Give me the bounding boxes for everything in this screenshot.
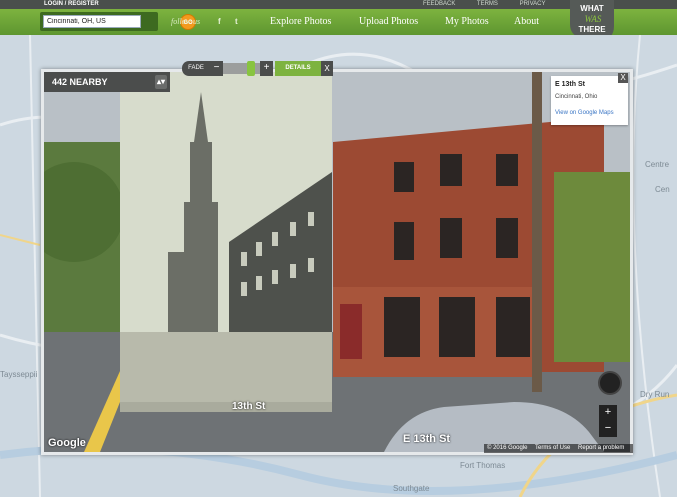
view-on-google-maps-link[interactable]: View on Google Maps	[555, 110, 614, 116]
feedback-link[interactable]: FEEDBACK	[423, 1, 455, 7]
map-label: Dry Run	[640, 390, 670, 399]
zoom-in-button[interactable]: +	[599, 405, 617, 421]
map-label: Centre	[645, 160, 670, 169]
location-search: GO	[40, 12, 196, 31]
nav-about[interactable]: About	[514, 16, 539, 27]
street-label: E 13th St	[403, 433, 451, 445]
street-view-panel[interactable]	[41, 69, 633, 455]
attribution-bar: © 2016 Google Terms of Use Report a prob…	[484, 444, 634, 453]
nav-my-photos[interactable]: My Photos	[445, 16, 489, 27]
location-search-input[interactable]	[43, 15, 141, 28]
facebook-icon[interactable]: f	[218, 17, 221, 26]
logo-text-what: WHAT	[580, 4, 604, 13]
street-view-scene[interactable]	[44, 72, 630, 452]
zoom-out-button[interactable]: −	[599, 421, 617, 437]
logo-text-was: WAS	[585, 14, 602, 24]
fade-slider-handle[interactable]	[247, 61, 255, 76]
follow-us-label: follow us	[171, 17, 201, 26]
utility-links: FEEDBACK TERMS PRIVACY	[423, 0, 565, 9]
map-label: Taysseppii	[0, 370, 38, 379]
nearby-count: 442	[52, 77, 68, 87]
nearby-dropdown[interactable]: 442 NEARBY ▴▾	[44, 72, 170, 92]
login-register-link[interactable]: LOGIN / REGISTER	[44, 0, 99, 9]
chevron-updown-icon: ▴▾	[155, 75, 167, 89]
google-logo: Google	[48, 437, 86, 449]
report-problem-link[interactable]: Report a problem	[578, 445, 624, 451]
privacy-link[interactable]: PRIVACY	[520, 1, 546, 7]
fade-label: FADE	[182, 61, 210, 76]
terms-of-use-link[interactable]: Terms of Use	[535, 445, 570, 451]
map-label: Cen	[655, 185, 670, 194]
address-street: E 13th St	[555, 81, 585, 88]
nav-explore-photos[interactable]: Explore Photos	[270, 16, 331, 27]
terms-link[interactable]: TERMS	[477, 1, 498, 7]
map-label: Fort Thomas	[460, 461, 506, 470]
street-label: 13th St	[232, 401, 266, 412]
address-card: E 13th St Cincinnati, Ohio View on Googl…	[551, 76, 628, 125]
twitter-icon[interactable]: t	[235, 17, 238, 26]
nearby-label: NEARBY	[69, 77, 108, 87]
fade-decrease-button[interactable]: −	[210, 61, 223, 76]
logo-text-there: THERE	[578, 25, 606, 34]
close-address-button[interactable]: X	[618, 73, 628, 83]
details-button[interactable]: DETAILS	[275, 61, 321, 76]
map-label: Southgate	[393, 484, 430, 493]
copyright-text: © 2016 Google	[487, 445, 528, 451]
nav-upload-photos[interactable]: Upload Photos	[359, 16, 418, 27]
address-city: Cincinnati, Ohio	[555, 94, 598, 100]
fade-increase-button[interactable]: +	[260, 61, 273, 76]
compass-icon[interactable]	[598, 371, 622, 395]
close-details-button[interactable]: X	[321, 61, 333, 76]
